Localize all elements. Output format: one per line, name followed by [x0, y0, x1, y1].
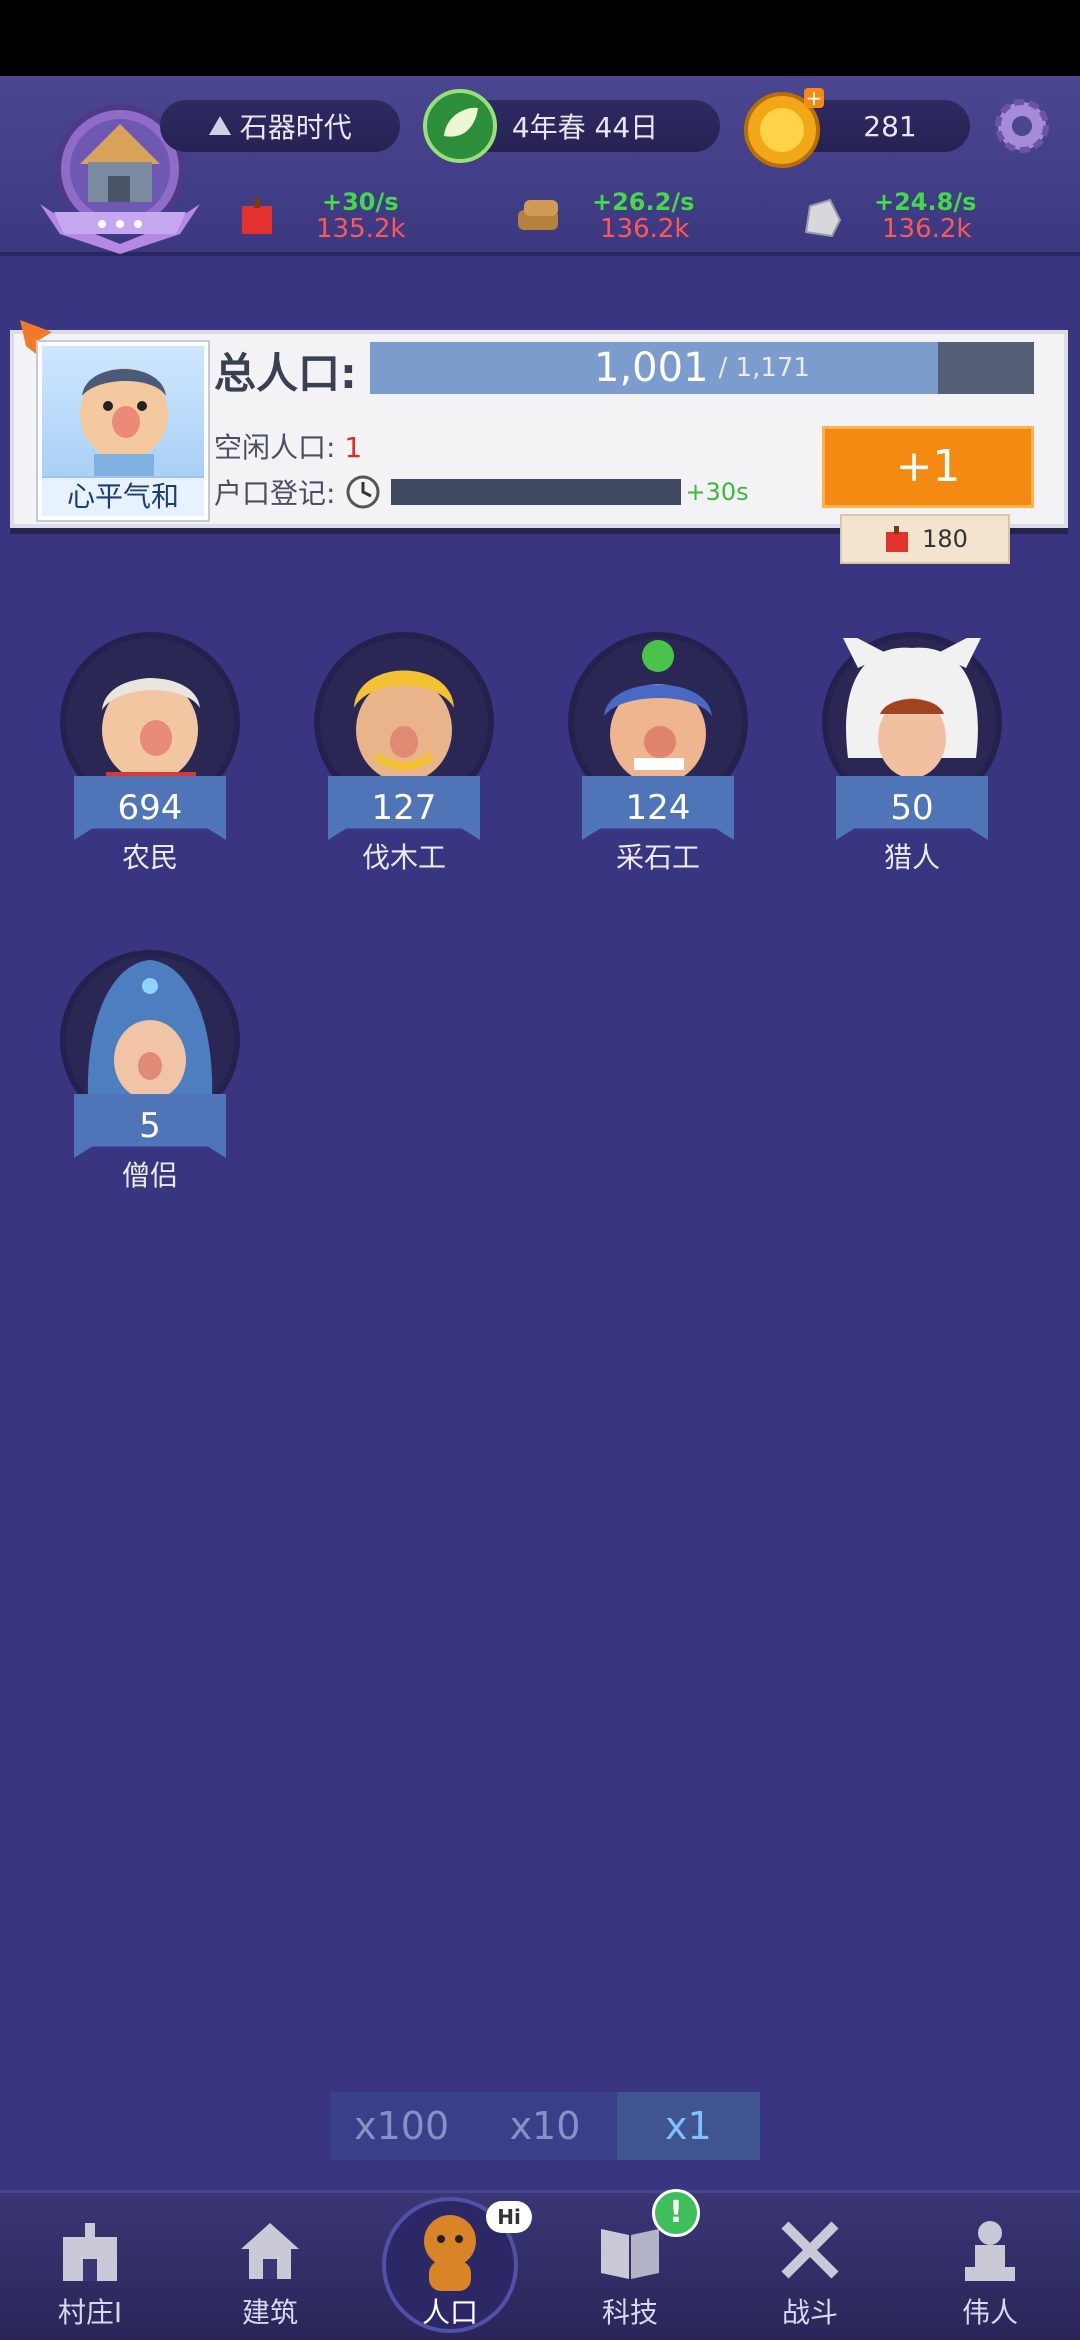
speed-x10-button[interactable]: x10	[473, 2092, 616, 2160]
hunter-label: 猎人	[883, 841, 940, 874]
role-lumberjack[interactable]: 127 伐木工	[304, 592, 504, 892]
add-cost-tag: 180	[840, 514, 1010, 564]
nav-tech[interactable]: ! 科技	[540, 2189, 720, 2340]
nav-population[interactable]: Hi 人口	[360, 2193, 540, 2340]
nav-great-people-label: 伟人	[961, 2296, 1018, 2329]
stone-age-icon: ⛰	[208, 109, 232, 142]
population-capacity: / 1,171	[718, 353, 810, 383]
date-label: 4年春 44日	[511, 111, 659, 144]
wood-rate: +26.2/s	[592, 188, 695, 216]
population-icon	[415, 2211, 485, 2291]
role-quarryman[interactable]: 124 采石工	[558, 592, 758, 892]
stone-amount: 136.2k	[882, 214, 972, 244]
stone-rate: +24.8/s	[874, 188, 977, 216]
population-bar: 1,001 / 1,171	[370, 342, 1034, 394]
speed-x1-button[interactable]: x1	[616, 2092, 760, 2160]
population-current: 1,001	[594, 345, 709, 391]
register-row: 户口登记: +30s	[214, 472, 749, 512]
role-hunter[interactable]: 50 猎人	[812, 592, 1012, 892]
alert-badge: !	[652, 2189, 700, 2237]
nav-buildings[interactable]: 建筑	[180, 2193, 360, 2340]
status-bar	[0, 0, 1080, 76]
monk-label: 僧侣	[121, 1159, 178, 1192]
village-icon	[55, 2215, 125, 2285]
add-cost-value: 180	[922, 525, 968, 553]
nav-battle-label: 战斗	[781, 2296, 838, 2329]
population-panel: 心平气和 总人口: 1,001 / 1,171 空闲人口: 1 户口登记: +3…	[10, 320, 1068, 528]
nav-village-label: 村庄I	[57, 2296, 123, 2329]
farmer-label: 农民	[121, 841, 178, 874]
monk-count: 5	[74, 1094, 226, 1158]
idle-population-row: 空闲人口: 1	[214, 426, 362, 466]
svg-text:+: +	[806, 86, 823, 110]
nav-buildings-label: 建筑	[241, 2296, 298, 2329]
leader-face-icon	[80, 368, 168, 476]
alert-badge-label: !	[669, 2195, 683, 2230]
register-bonus: +30s	[685, 478, 749, 506]
total-population-label: 总人口:	[214, 349, 357, 398]
resource-header: ⛰ 石器时代 4年春 44日 281 + +30/s 135.2k +26.2/…	[0, 76, 1080, 256]
add-population-label: +1	[895, 441, 961, 492]
farmer-count: 694	[74, 776, 226, 840]
bottom-nav: 村庄I 建筑 Hi 人口 ! 科技 战斗 伟人	[0, 2189, 1080, 2340]
era-label: 石器时代	[239, 111, 352, 144]
meat-cost-icon	[882, 524, 912, 554]
nav-battle[interactable]: 战斗	[720, 2193, 900, 2340]
speed-x100-button[interactable]: x100	[330, 2092, 473, 2160]
meat-amount: 135.2k	[316, 214, 406, 244]
lumberjack-count: 127	[328, 776, 480, 840]
coin-count: 281	[863, 109, 917, 143]
idle-value: 1	[344, 431, 363, 464]
statue-icon	[955, 2215, 1025, 2285]
hunter-count: 50	[836, 776, 988, 840]
idle-label: 空闲人口:	[214, 431, 336, 464]
hi-badge-label: Hi	[497, 2205, 521, 2229]
wood-amount: 136.2k	[600, 214, 690, 244]
nav-tech-label: 科技	[601, 2296, 658, 2329]
register-label: 户口登记:	[214, 477, 336, 510]
register-progress-bar	[391, 479, 682, 505]
meat-rate: +30/s	[322, 188, 399, 216]
nav-great-people[interactable]: 伟人	[900, 2193, 1080, 2340]
era-pill[interactable]: ⛰ 石器时代	[160, 100, 400, 152]
nav-village[interactable]: 村庄I	[0, 2193, 180, 2340]
speed-selector: x100 x10 x1	[330, 2092, 760, 2160]
hi-badge: Hi	[486, 2201, 532, 2233]
settings-gear-icon[interactable]	[990, 94, 1054, 158]
role-farmer[interactable]: 694 农民	[50, 592, 250, 892]
quarryman-label: 采石工	[615, 841, 700, 874]
mood-label: 心平气和	[42, 476, 204, 516]
nav-population-label: 人口	[421, 2296, 478, 2329]
quarryman-count: 124	[582, 776, 734, 840]
lumberjack-label: 伐木工	[361, 841, 446, 874]
wood-icon	[514, 196, 566, 238]
clock-icon	[345, 474, 381, 510]
book-icon	[595, 2215, 665, 2285]
leaf-icon	[422, 88, 498, 164]
add-population-button[interactable]: +1	[822, 426, 1034, 508]
role-monk[interactable]: 5 僧侣	[50, 910, 250, 1210]
leader-portrait[interactable]: 心平气和	[38, 342, 208, 520]
swords-icon	[775, 2215, 845, 2285]
coin-add-icon[interactable]: +	[742, 86, 826, 170]
meat-icon	[236, 196, 278, 238]
house-icon	[235, 2215, 305, 2285]
stone-icon	[800, 196, 844, 240]
